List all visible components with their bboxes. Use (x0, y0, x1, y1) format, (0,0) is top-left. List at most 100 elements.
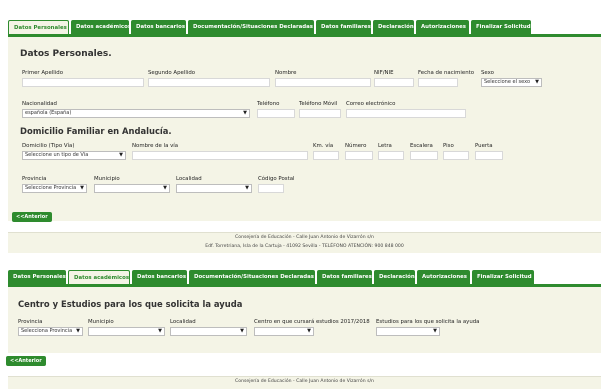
anterior-button[interactable]: <<Anterior (12, 212, 52, 222)
telefono-movil-input[interactable] (299, 109, 341, 118)
personal-data-panel: Datos Personales Datos académicos Datos … (8, 20, 601, 253)
chevron-down-icon: ▼ (76, 328, 80, 334)
footer-line-1: Consejería de Educación - Calle Juan Ant… (235, 235, 374, 240)
section-title: Datos Personales. (20, 49, 112, 59)
municipio-select[interactable]: ▼ (94, 184, 170, 193)
chevron-down-icon: ▼ (433, 328, 437, 334)
numero-label: Número (345, 143, 367, 149)
letra-label: Letra (378, 143, 392, 149)
km-via-input[interactable] (313, 151, 339, 160)
provincia-select[interactable]: Selecciona Provincia ▼ (18, 327, 83, 336)
academic-data-panel: Datos Personales Datos académicos Datos … (6, 270, 601, 389)
tab-datos-bancarios[interactable]: Datos bancarios (131, 20, 186, 34)
tipo-via-label: Domicilio (Tipo Vía) (22, 143, 75, 149)
municipio-select[interactable]: ▼ (88, 327, 165, 336)
centro-label: Centro en que cursará estudios 2017/2018 (254, 319, 370, 325)
tab-autorizaciones[interactable]: Autorizaciones (417, 270, 470, 284)
tab-bar: Datos Personales Datos académicos Datos … (8, 20, 531, 34)
sexo-label: Sexo (481, 70, 494, 76)
centro-select[interactable]: ▼ (254, 327, 314, 336)
nombre-input[interactable] (275, 78, 371, 87)
municipio-label: Municipio (94, 176, 120, 182)
tab-autorizaciones[interactable]: Autorizaciones (416, 20, 469, 34)
tab-datos-bancarios[interactable]: Datos bancarios (132, 270, 187, 284)
provincia-label: Provincia (22, 176, 47, 182)
estudios-label: Estudios para los que solicita la ayuda (376, 319, 480, 325)
chevron-down-icon: ▼ (243, 110, 247, 116)
telefono-label: Teléfono (257, 101, 280, 107)
footer-line-2: Edf. Torretriana, Isla de la Cartuja - 4… (205, 244, 404, 249)
primer-apellido-input[interactable] (22, 78, 144, 87)
localidad-select[interactable]: ▼ (176, 184, 252, 193)
fecha-nacimiento-input[interactable] (418, 78, 458, 87)
tipo-via-select-value: Seleccione un tipo de Vía (25, 152, 89, 158)
chevron-down-icon: ▼ (535, 79, 539, 85)
localidad-select[interactable]: ▼ (170, 327, 247, 336)
section-title: Centro y Estudios para los que solicita … (18, 299, 243, 309)
puerta-label: Puerta (475, 143, 493, 149)
domicilio-title: Domicilio Familiar en Andalucía. (20, 126, 172, 136)
chevron-down-icon: ▼ (240, 328, 244, 334)
localidad-label: Localidad (170, 319, 196, 325)
primer-apellido-label: Primer Apellido (22, 70, 64, 76)
localidad-label: Localidad (176, 176, 202, 182)
correo-label: Correo electrónico (346, 101, 396, 107)
km-via-label: Km. vía (313, 143, 334, 149)
tab-finalizar-solicitud[interactable]: Finalizar Solicitud (472, 270, 534, 284)
footer: Consejería de Educación - Calle Juan Ant… (8, 376, 601, 389)
provincia-select-value: Selecciona Provincia (21, 328, 73, 334)
chevron-down-icon: ▼ (245, 185, 249, 191)
fecha-nacimiento-label: Fecha de nacimiento (418, 70, 475, 76)
nacionalidad-label: Nacionalidad (22, 101, 57, 107)
nombre-via-label: Nombre de la vía (132, 143, 179, 149)
sexo-select[interactable]: Seleccione el sexo ▼ (481, 78, 542, 87)
estudios-select[interactable]: ▼ (376, 327, 440, 336)
numero-input[interactable] (345, 151, 373, 160)
tab-bar: Datos Personales Datos académicos Datos … (8, 270, 534, 284)
tab-finalizar-solicitud[interactable]: Finalizar Solicitud (471, 20, 531, 34)
provincia-select[interactable]: Seleccione Provincia ▼ (22, 184, 87, 193)
piso-label: Piso (443, 143, 454, 149)
tab-declaracion[interactable]: Declaración (373, 20, 414, 34)
tab-datos-familiares[interactable]: Datos familiares (316, 20, 371, 34)
piso-input[interactable] (443, 151, 469, 160)
nombre-via-input[interactable] (132, 151, 308, 160)
chevron-down-icon: ▼ (119, 152, 123, 158)
nacionalidad-select[interactable]: española (España) ▼ (22, 109, 250, 118)
tab-documentacion[interactable]: Documentación/Situaciones Declaradas (188, 20, 314, 34)
codigo-postal-label: Código Postal (258, 176, 295, 182)
nombre-label: Nombre (275, 70, 297, 76)
nif-input[interactable] (374, 78, 414, 87)
form-body: Centro y Estudios para los que solicita … (8, 284, 601, 353)
provincia-select-value: Seleccione Provincia (25, 185, 77, 191)
anterior-button[interactable]: <<Anterior (6, 356, 46, 366)
correo-input[interactable] (346, 109, 466, 118)
codigo-postal-input[interactable] (258, 184, 284, 193)
letra-input[interactable] (378, 151, 404, 160)
tab-declaracion[interactable]: Declaración (374, 270, 415, 284)
chevron-down-icon: ▼ (163, 185, 167, 191)
telefono-movil-label: Teléfono Móvil (299, 101, 338, 107)
chevron-down-icon: ▼ (307, 328, 311, 334)
escalera-label: Escalera (410, 143, 433, 149)
provincia-label: Provincia (18, 319, 43, 325)
municipio-label: Municipio (88, 319, 114, 325)
chevron-down-icon: ▼ (80, 185, 84, 191)
footer-line-1: Consejería de Educación - Calle Juan Ant… (235, 379, 374, 384)
tab-datos-academicos[interactable]: Datos académicos (71, 20, 131, 34)
nif-label: NIF/NIE (374, 70, 394, 76)
tab-datos-personales[interactable]: Datos Personales (8, 20, 69, 34)
tab-datos-familiares[interactable]: Datos familiares (317, 270, 372, 284)
tab-datos-personales[interactable]: Datos Personales (8, 270, 66, 284)
tipo-via-select[interactable]: Seleccione un tipo de Vía ▼ (22, 151, 126, 160)
segundo-apellido-input[interactable] (148, 78, 270, 87)
escalera-input[interactable] (410, 151, 438, 160)
telefono-input[interactable] (257, 109, 295, 118)
segundo-apellido-label: Segundo Apellido (148, 70, 196, 76)
form-body: Datos Personales. Primer Apellido Segund… (8, 34, 601, 221)
tab-documentacion[interactable]: Documentación/Situaciones Declaradas (189, 270, 315, 284)
footer: Consejería de Educación - Calle Juan Ant… (8, 232, 601, 253)
tab-datos-academicos[interactable]: Datos académicos (68, 270, 130, 284)
sexo-select-value: Seleccione el sexo (484, 79, 531, 85)
puerta-input[interactable] (475, 151, 503, 160)
